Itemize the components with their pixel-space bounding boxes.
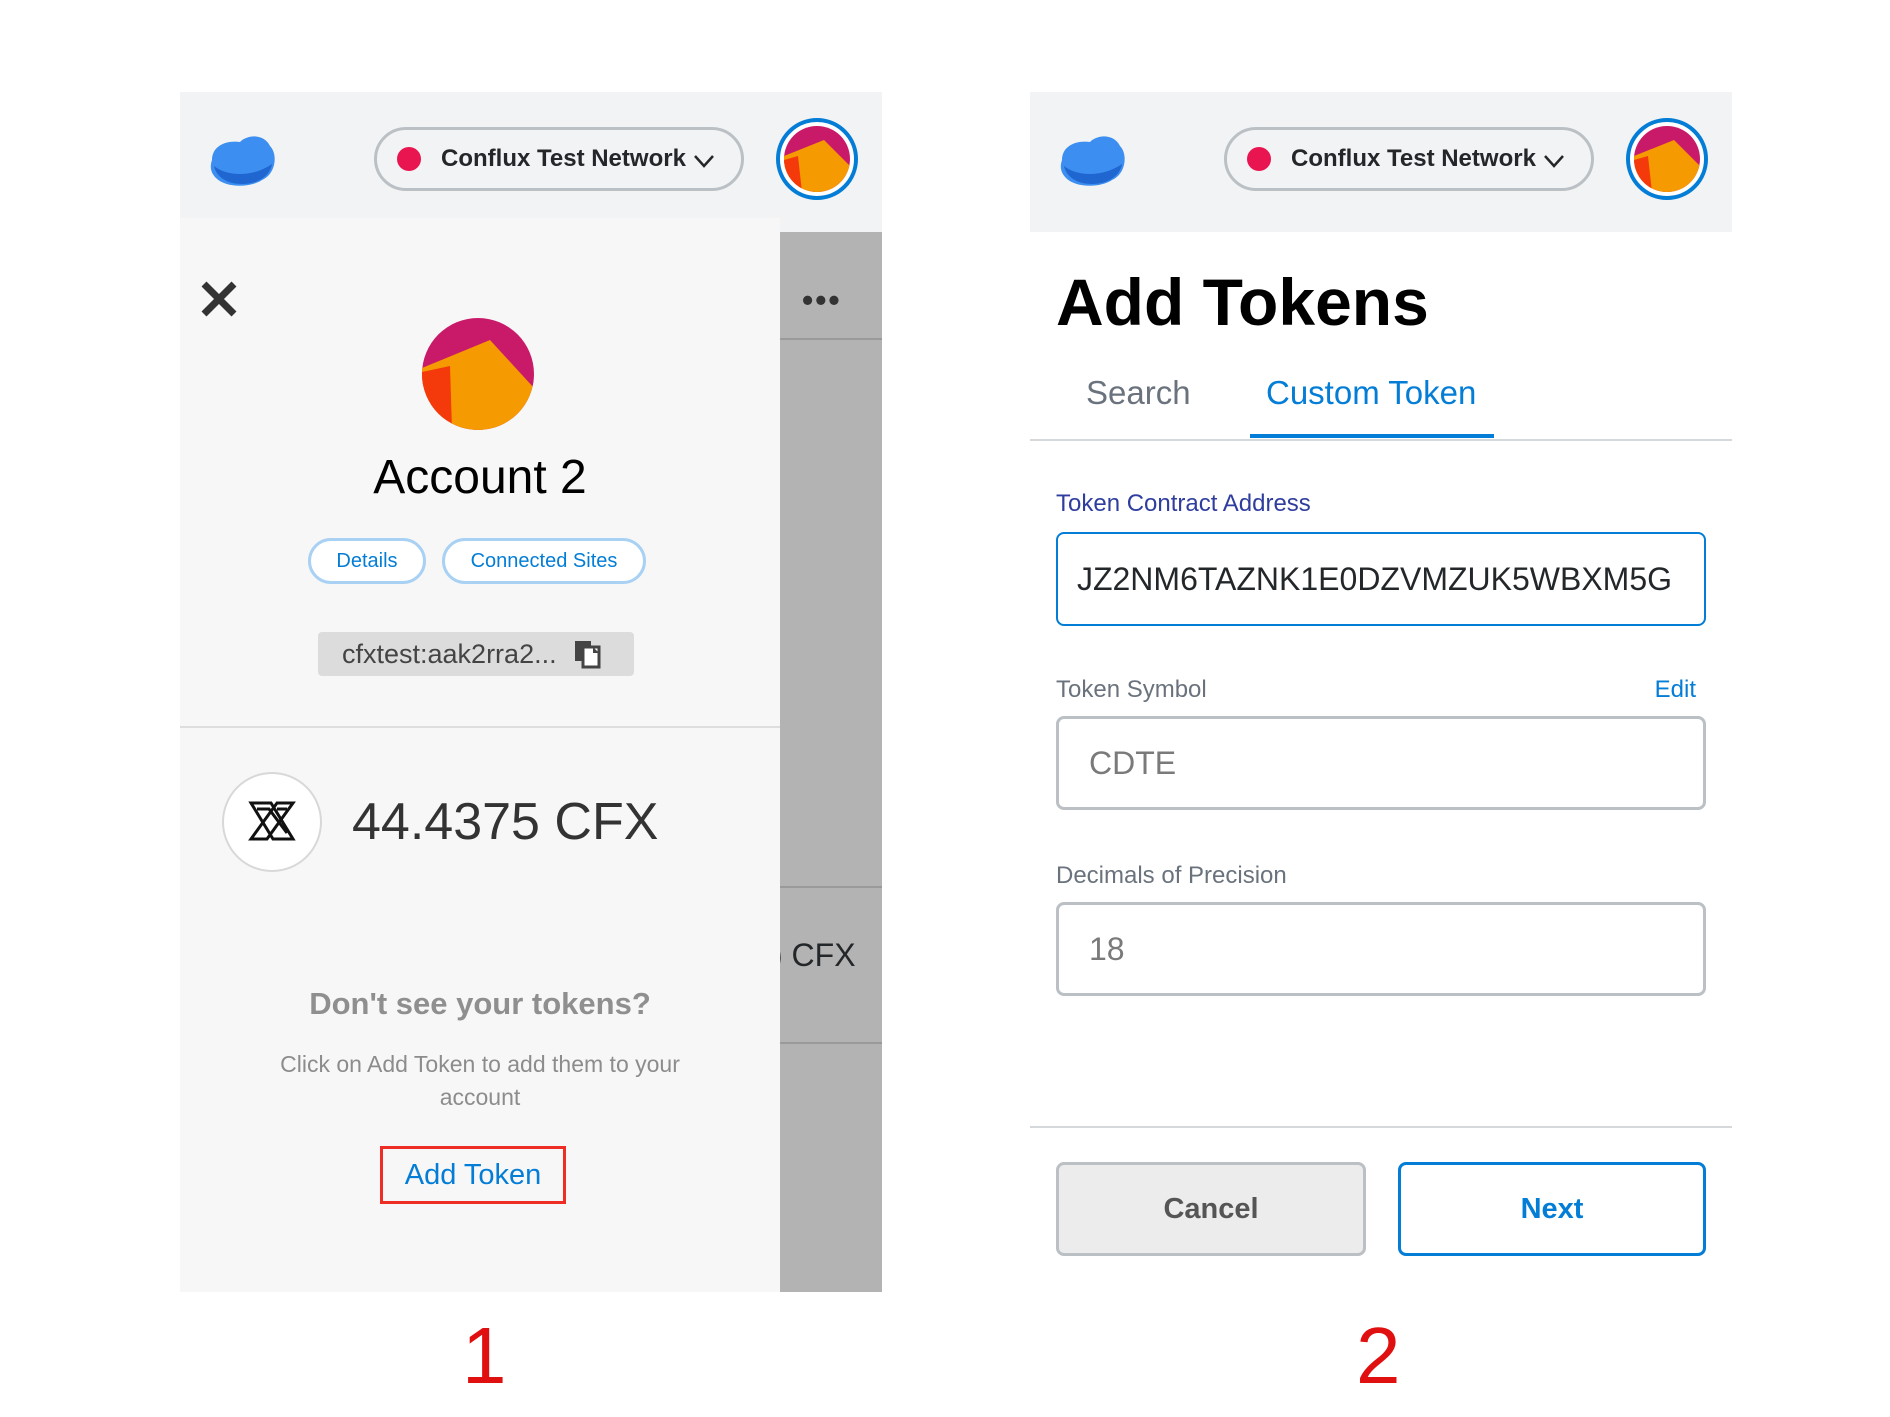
account-avatar-button[interactable]	[776, 118, 858, 200]
step-number-1: 1	[462, 1311, 507, 1400]
account-identicon	[1634, 126, 1700, 192]
token-symbol-label: Token Symbol	[1056, 676, 1207, 703]
account-avatar-button[interactable]	[1626, 118, 1708, 200]
wallet-panel-account-menu: Conflux Test Network ••• ) CFX Account 2…	[180, 92, 882, 1292]
background-divider	[780, 1042, 882, 1044]
contract-address-label: Token Contract Address	[1056, 490, 1311, 517]
step-number-2: 2	[1356, 1311, 1401, 1400]
token-symbol-value: CDTE	[1089, 744, 1177, 781]
network-selector[interactable]: Conflux Test Network	[374, 127, 744, 191]
close-icon[interactable]	[198, 278, 240, 320]
fluent-logo-icon[interactable]	[206, 130, 278, 192]
add-token-link[interactable]: Add Token	[380, 1146, 566, 1204]
decimals-label: Decimals of Precision	[1056, 862, 1287, 889]
fluent-logo-icon[interactable]	[1056, 130, 1128, 192]
background-divider	[780, 886, 882, 888]
network-selector[interactable]: Conflux Test Network	[1224, 127, 1594, 191]
chevron-down-icon	[1544, 155, 1564, 168]
page-title: Add Tokens	[1056, 265, 1429, 339]
cancel-button[interactable]: Cancel	[1056, 1162, 1366, 1256]
account-name: Account 2	[373, 451, 587, 504]
copy-icon	[574, 641, 601, 669]
wallet-panel-add-tokens: Conflux Test Network Add Tokens Search C…	[1030, 92, 1732, 1292]
active-tab-indicator	[1250, 434, 1494, 438]
next-button[interactable]: Next	[1398, 1162, 1706, 1256]
decimals-value: 18	[1089, 930, 1125, 967]
network-name: Conflux Test Network	[441, 145, 686, 172]
token-symbol-input[interactable]: CDTE	[1056, 716, 1706, 810]
contract-address-value: JZ2NM6TAZNK1E0DZVMZUK5WBXM5G	[1076, 560, 1672, 597]
details-button[interactable]: Details	[308, 538, 426, 584]
account-identicon	[784, 126, 850, 192]
contract-address-input[interactable]: JZ2NM6TAZNK1E0DZVMZUK5WBXM5G	[1056, 532, 1706, 626]
account-identicon	[422, 318, 534, 430]
empty-tokens-heading: Don't see your tokens?	[309, 986, 651, 1021]
empty-tokens-description: Click on Add Token to add them to your a…	[280, 1051, 680, 1110]
cfx-balance: 44.4375 CFX	[352, 793, 659, 851]
background-divider	[780, 338, 882, 340]
tab-custom-token[interactable]: Custom Token	[1266, 374, 1476, 412]
network-status-dot	[397, 147, 421, 171]
tabs-divider	[1030, 439, 1732, 441]
edit-symbol-link[interactable]: Edit	[1655, 676, 1696, 704]
footer-divider	[1030, 1126, 1732, 1128]
network-status-dot	[1247, 147, 1271, 171]
account-drawer: Account 2 Details Connected Sites cfxtes…	[180, 218, 780, 1292]
cfx-token-icon	[222, 772, 322, 872]
more-horizontal-icon[interactable]: •••	[802, 282, 842, 319]
app-header: Conflux Test Network	[180, 92, 882, 232]
account-address: cfxtest:aak2rra2...	[342, 638, 557, 669]
chevron-down-icon	[694, 155, 714, 168]
decimals-input[interactable]: 18	[1056, 902, 1706, 996]
background-balance-peek: ) CFX	[772, 937, 856, 973]
network-name: Conflux Test Network	[1291, 145, 1536, 172]
tab-search[interactable]: Search	[1086, 374, 1191, 412]
connected-sites-button[interactable]: Connected Sites	[442, 538, 646, 584]
section-divider	[180, 726, 780, 728]
account-actions: Details Connected Sites	[308, 538, 646, 584]
address-copy-chip[interactable]: cfxtest:aak2rra2...	[318, 632, 634, 676]
app-header: Conflux Test Network	[1030, 92, 1732, 232]
